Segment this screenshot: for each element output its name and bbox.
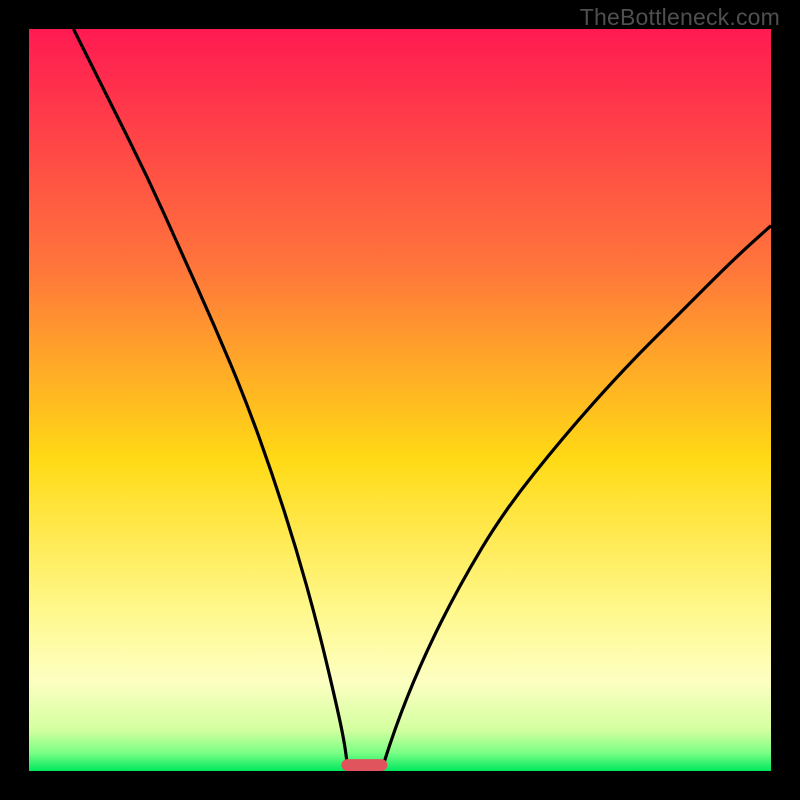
bottleneck-chart	[29, 29, 771, 771]
chart-background	[29, 29, 771, 771]
watermark-text: TheBottleneck.com	[580, 4, 780, 31]
optimum-marker	[341, 759, 387, 771]
